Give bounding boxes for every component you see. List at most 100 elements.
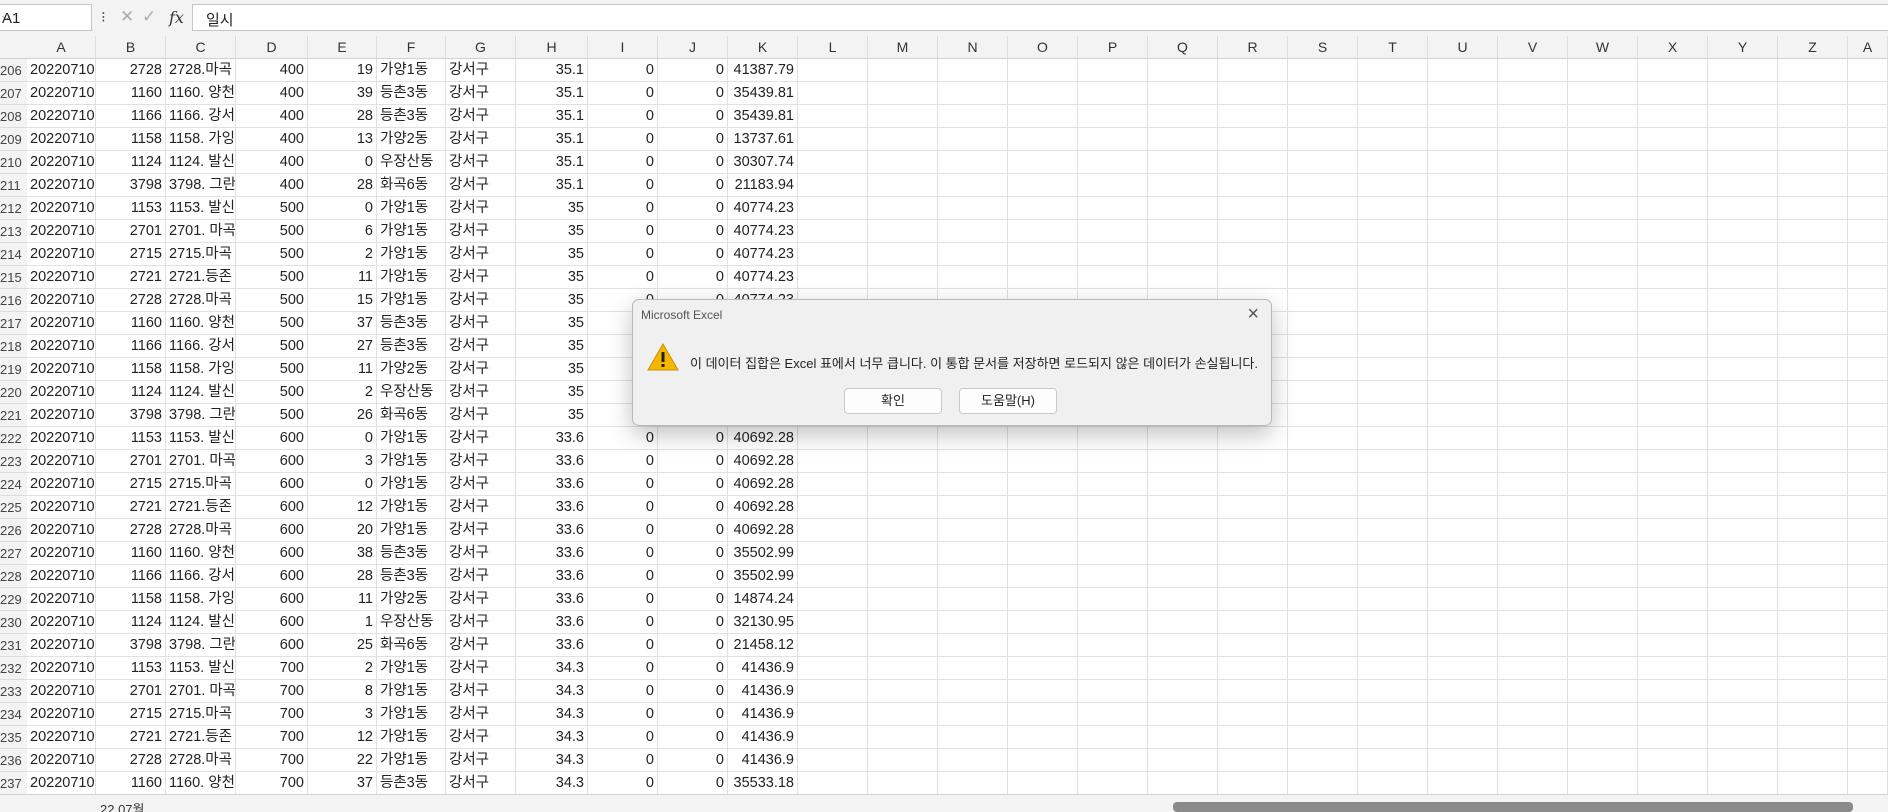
cell[interactable]: 가양1동 bbox=[377, 473, 446, 496]
cell[interactable]: 20220710 bbox=[27, 197, 96, 220]
cell[interactable]: 20220710 bbox=[27, 427, 96, 450]
cell[interactable]: 12 bbox=[308, 496, 377, 519]
cell[interactable] bbox=[1848, 473, 1888, 496]
cell[interactable]: 등촌3동 bbox=[377, 772, 446, 794]
cell[interactable] bbox=[1568, 82, 1638, 105]
cell[interactable]: 400 bbox=[236, 128, 308, 151]
cell[interactable]: 0 bbox=[658, 726, 728, 749]
cell[interactable] bbox=[1638, 335, 1708, 358]
cell[interactable]: 37 bbox=[308, 312, 377, 335]
cell[interactable] bbox=[1358, 174, 1428, 197]
cell[interactable] bbox=[1848, 427, 1888, 450]
cell[interactable]: 2721.등존 bbox=[166, 266, 236, 289]
cell[interactable] bbox=[1358, 220, 1428, 243]
cell[interactable]: 1153 bbox=[96, 197, 166, 220]
cell[interactable]: 2728.마곡 bbox=[166, 749, 236, 772]
cell[interactable] bbox=[1358, 772, 1428, 794]
cell[interactable]: 500 bbox=[236, 312, 308, 335]
cell[interactable] bbox=[868, 611, 938, 634]
cell[interactable] bbox=[1428, 59, 1498, 82]
cell[interactable] bbox=[1568, 657, 1638, 680]
cell[interactable] bbox=[798, 243, 868, 266]
cell[interactable] bbox=[1568, 381, 1638, 404]
cell[interactable] bbox=[938, 588, 1008, 611]
cell[interactable] bbox=[1218, 128, 1288, 151]
cell[interactable]: 강서구 bbox=[446, 473, 516, 496]
cell[interactable]: 35502.99 bbox=[728, 565, 798, 588]
cell[interactable]: 26 bbox=[308, 404, 377, 427]
cell[interactable] bbox=[1778, 82, 1848, 105]
cell[interactable] bbox=[1848, 726, 1888, 749]
cell[interactable] bbox=[938, 82, 1008, 105]
cell[interactable]: 1153 bbox=[96, 657, 166, 680]
cell[interactable] bbox=[1708, 450, 1778, 473]
cell[interactable]: 700 bbox=[236, 703, 308, 726]
cell[interactable]: 3 bbox=[308, 450, 377, 473]
cell[interactable] bbox=[938, 105, 1008, 128]
cell[interactable] bbox=[1288, 496, 1358, 519]
cell[interactable] bbox=[1288, 404, 1358, 427]
cell[interactable] bbox=[1848, 542, 1888, 565]
cell[interactable]: 가양1동 bbox=[377, 519, 446, 542]
cell[interactable]: 0 bbox=[588, 128, 658, 151]
cell[interactable] bbox=[1498, 542, 1568, 565]
cell[interactable]: 가양1동 bbox=[377, 220, 446, 243]
cell[interactable] bbox=[1358, 565, 1428, 588]
cell[interactable] bbox=[798, 128, 868, 151]
cell[interactable]: 400 bbox=[236, 105, 308, 128]
cell[interactable] bbox=[938, 634, 1008, 657]
cell[interactable]: 0 bbox=[588, 220, 658, 243]
cell[interactable]: 34.3 bbox=[516, 680, 588, 703]
cell[interactable] bbox=[1148, 565, 1218, 588]
cell[interactable] bbox=[798, 588, 868, 611]
cell[interactable] bbox=[1218, 82, 1288, 105]
cell[interactable] bbox=[1568, 542, 1638, 565]
cell[interactable]: 15 bbox=[308, 289, 377, 312]
cell[interactable] bbox=[1078, 473, 1148, 496]
cell[interactable]: 34.3 bbox=[516, 749, 588, 772]
cell[interactable] bbox=[1638, 151, 1708, 174]
cell[interactable] bbox=[798, 726, 868, 749]
cell[interactable] bbox=[1708, 749, 1778, 772]
cell[interactable] bbox=[1638, 703, 1708, 726]
cell[interactable] bbox=[1008, 450, 1078, 473]
cell[interactable] bbox=[1428, 657, 1498, 680]
cell[interactable]: 0 bbox=[658, 703, 728, 726]
cell[interactable]: 2721 bbox=[96, 266, 166, 289]
cell[interactable] bbox=[1638, 404, 1708, 427]
cell[interactable]: 1160. 양천 bbox=[166, 772, 236, 794]
cell[interactable] bbox=[1288, 243, 1358, 266]
cell[interactable]: 2701. 마곡 bbox=[166, 450, 236, 473]
cell[interactable] bbox=[1358, 496, 1428, 519]
cell[interactable] bbox=[1498, 404, 1568, 427]
column-header[interactable]: N bbox=[938, 36, 1008, 58]
cell[interactable] bbox=[1638, 59, 1708, 82]
cell[interactable]: 강서구 bbox=[446, 59, 516, 82]
cell[interactable] bbox=[1638, 312, 1708, 335]
cell[interactable] bbox=[1148, 59, 1218, 82]
cell[interactable] bbox=[1288, 726, 1358, 749]
cell[interactable]: 0 bbox=[658, 266, 728, 289]
cell[interactable] bbox=[1148, 772, 1218, 794]
cell[interactable]: 33.6 bbox=[516, 450, 588, 473]
cell[interactable] bbox=[1778, 266, 1848, 289]
cell[interactable]: 1160 bbox=[96, 542, 166, 565]
cell[interactable] bbox=[1778, 772, 1848, 794]
row-header[interactable]: 210 bbox=[0, 151, 27, 174]
cell[interactable]: 0 bbox=[308, 473, 377, 496]
cell[interactable]: 600 bbox=[236, 519, 308, 542]
cell[interactable]: 0 bbox=[658, 220, 728, 243]
cell[interactable]: 2715 bbox=[96, 243, 166, 266]
cell[interactable] bbox=[1568, 427, 1638, 450]
row-header[interactable]: 231 bbox=[0, 634, 27, 657]
cell[interactable] bbox=[938, 703, 1008, 726]
cell[interactable] bbox=[1498, 197, 1568, 220]
cell[interactable]: 35 bbox=[516, 197, 588, 220]
row-header[interactable]: 226 bbox=[0, 519, 27, 542]
cell[interactable] bbox=[798, 634, 868, 657]
cell[interactable] bbox=[1778, 289, 1848, 312]
cell[interactable] bbox=[1638, 243, 1708, 266]
cell[interactable] bbox=[1148, 266, 1218, 289]
cell[interactable] bbox=[1358, 381, 1428, 404]
cell[interactable]: 등촌3동 bbox=[377, 82, 446, 105]
